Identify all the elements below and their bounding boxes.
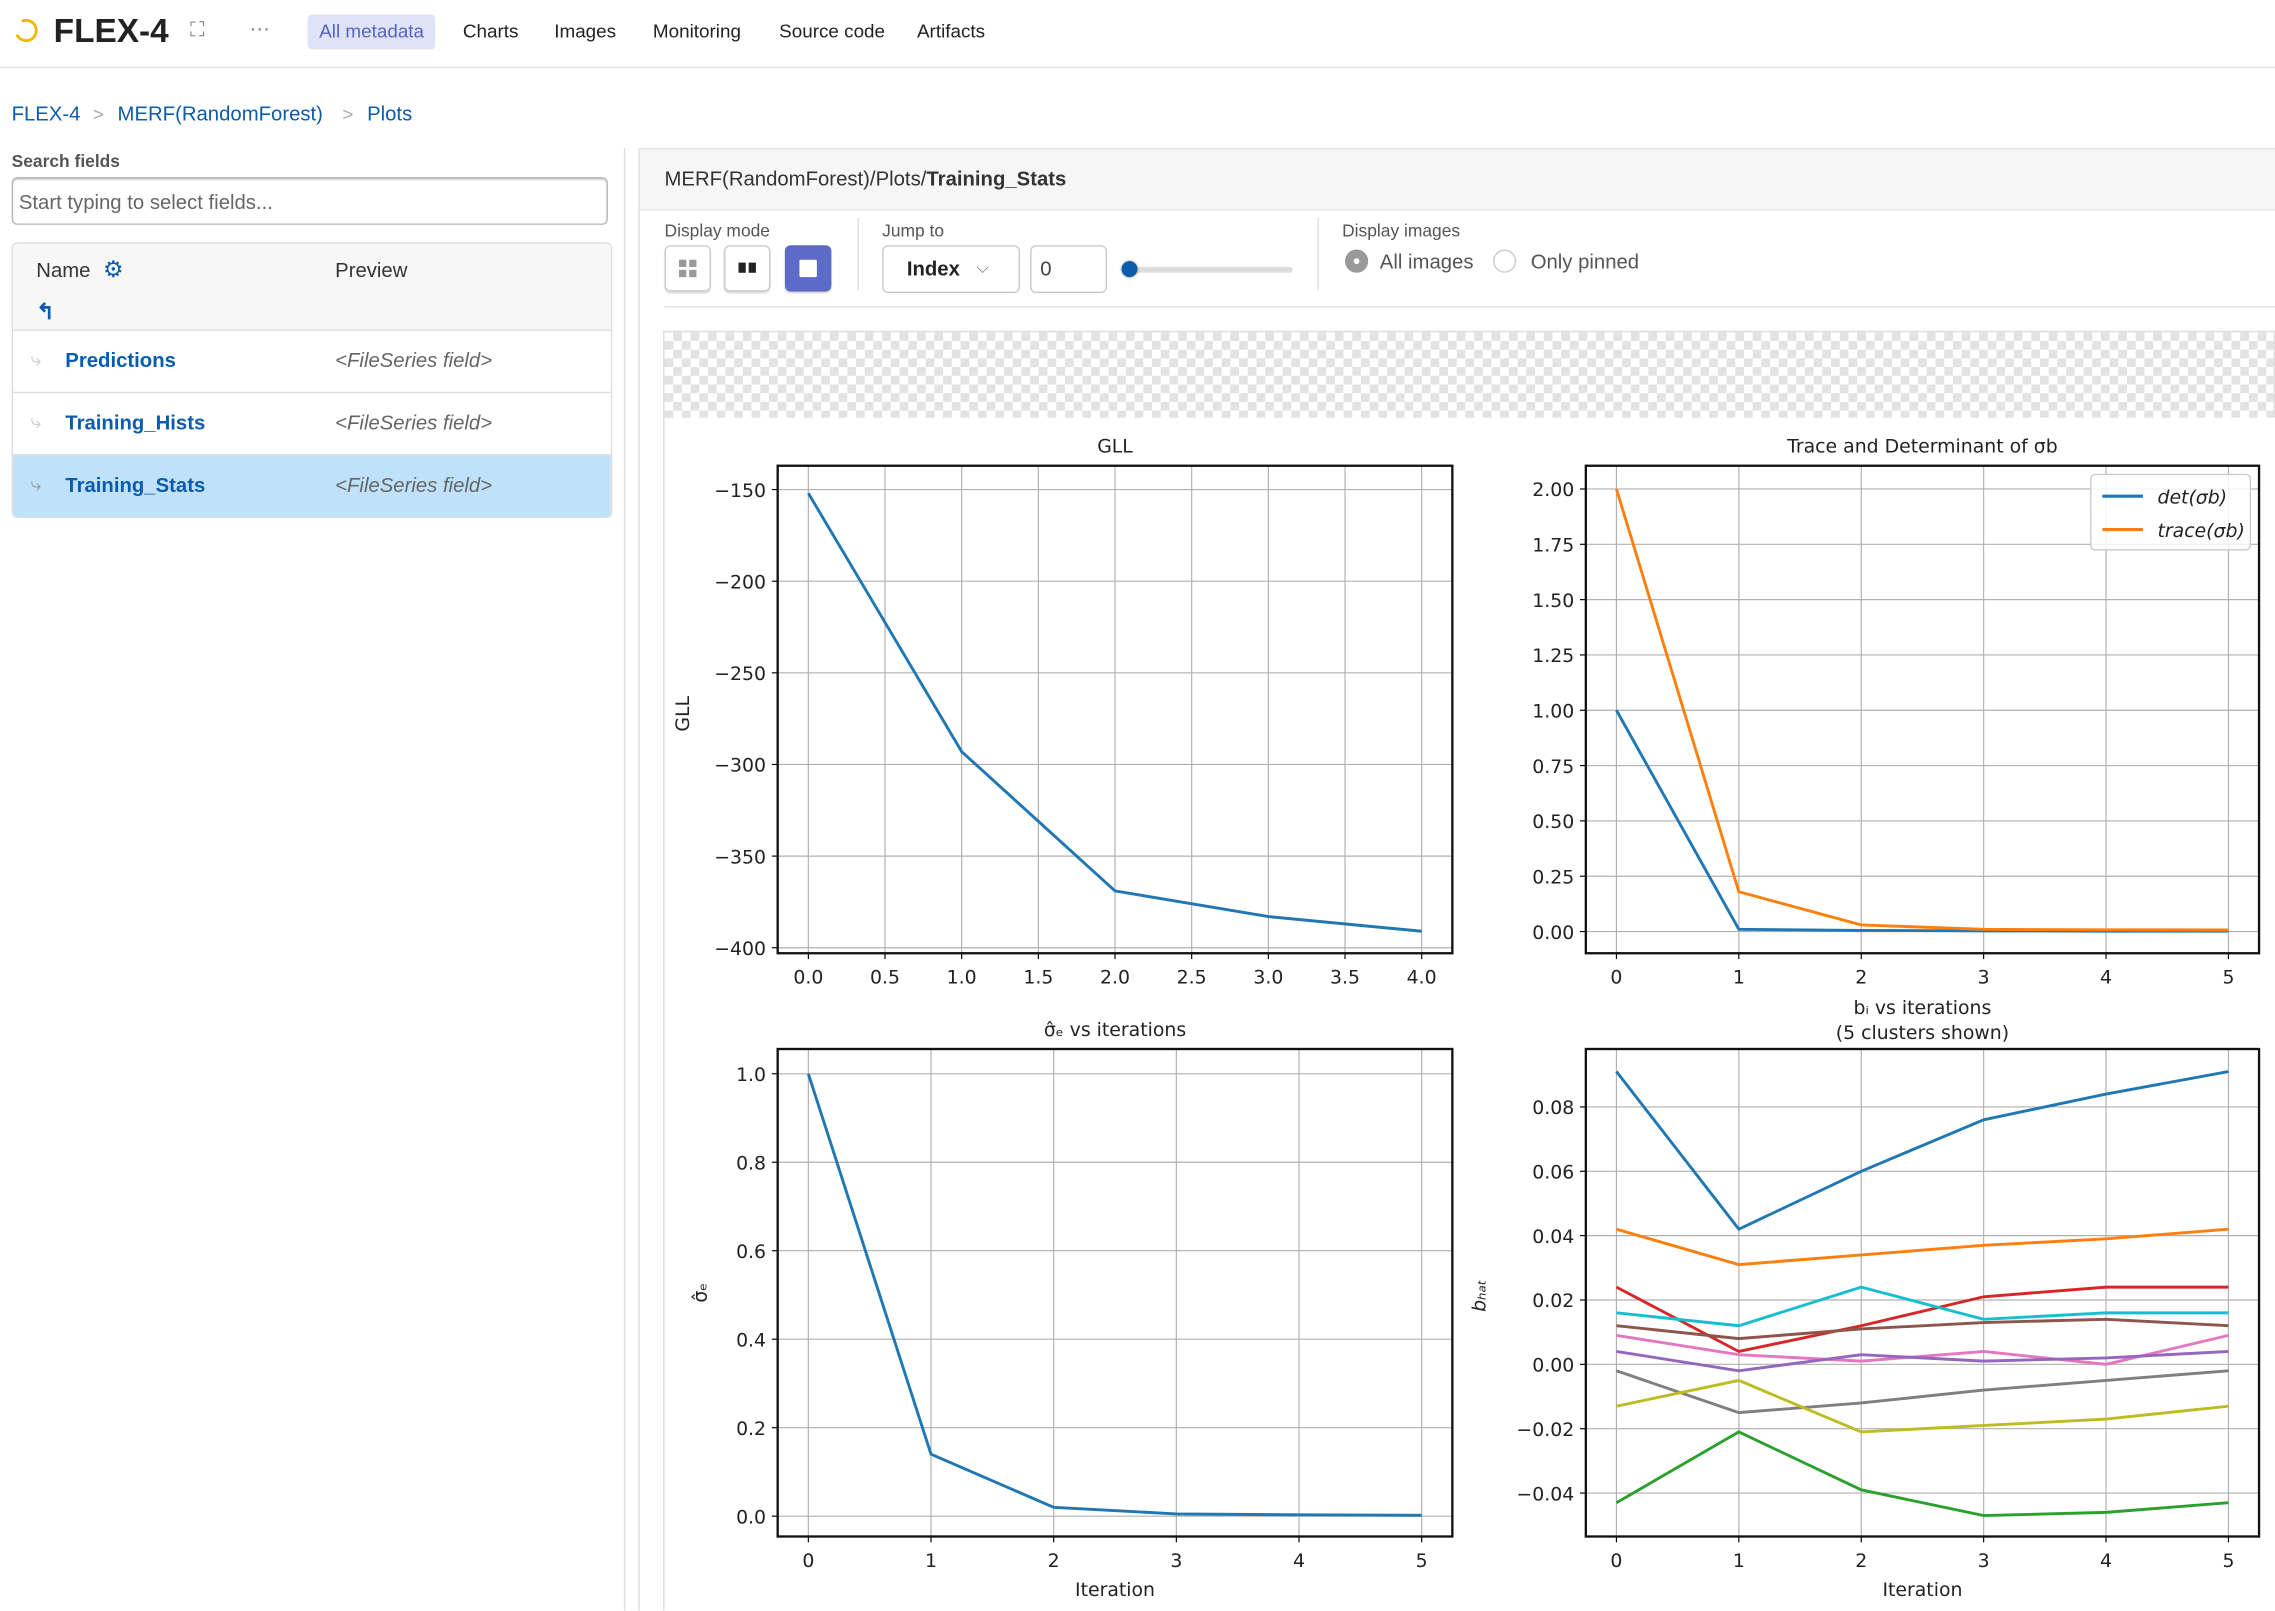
y-tick-label: 0.04 bbox=[1532, 1226, 1574, 1248]
x-tick-label: 2 bbox=[1855, 1550, 1867, 1572]
x-tick-label: 2.5 bbox=[1177, 967, 1207, 989]
y-tick-label: 1.50 bbox=[1532, 590, 1574, 612]
x-tick-label: 5 bbox=[2222, 1550, 2234, 1572]
y-tick-label: 1.75 bbox=[1532, 535, 1574, 557]
x-tick-label: 3 bbox=[1170, 1550, 1182, 1572]
chart-title: Trace and Determinant of σb bbox=[1786, 436, 2058, 458]
x-tick-label: 1.5 bbox=[1023, 967, 1053, 989]
y-tick-label: −250 bbox=[714, 663, 766, 685]
y-tick-label: 0.8 bbox=[736, 1153, 766, 1175]
y-tick-label: 0.2 bbox=[736, 1418, 766, 1440]
y-tick-label: −200 bbox=[714, 571, 766, 593]
x-tick-label: 1 bbox=[1733, 967, 1745, 989]
y-tick-label: 1.25 bbox=[1532, 645, 1574, 667]
chart-subtitle: (5 clusters shown) bbox=[1836, 1022, 2009, 1044]
y-tick-label: 0.06 bbox=[1532, 1162, 1574, 1184]
y-tick-label: −0.04 bbox=[1516, 1483, 1574, 1505]
y-tick-label: 0.02 bbox=[1532, 1290, 1574, 1312]
legend-label: trace(σb) bbox=[2157, 520, 2244, 542]
y-tick-label: 0.50 bbox=[1532, 811, 1574, 833]
x-axis-label: Iteration bbox=[1882, 1579, 1962, 1601]
x-tick-label: 0 bbox=[802, 1550, 814, 1572]
x-tick-label: 1 bbox=[1733, 1550, 1745, 1572]
x-tick-label: 5 bbox=[1416, 1550, 1428, 1572]
y-tick-label: 0.00 bbox=[1532, 922, 1574, 944]
x-tick-label: 4 bbox=[1293, 1550, 1305, 1572]
chart-title: σ̂ₑ vs iterations bbox=[1044, 1019, 1186, 1041]
chart-title: GLL bbox=[1097, 436, 1133, 458]
x-tick-label: 4.0 bbox=[1407, 967, 1437, 989]
y-tick-label: 1.00 bbox=[1532, 701, 1574, 723]
y-tick-label: 0.4 bbox=[736, 1329, 766, 1351]
y-tick-label: 0.25 bbox=[1532, 866, 1574, 888]
y-tick-label: 0.75 bbox=[1532, 756, 1574, 778]
x-tick-label: 3 bbox=[1978, 1550, 1990, 1572]
x-tick-label: 3.0 bbox=[1253, 967, 1283, 989]
x-tick-label: 1.0 bbox=[947, 967, 977, 989]
y-axis-label: GLL bbox=[672, 696, 694, 732]
x-tick-label: 0 bbox=[1610, 967, 1622, 989]
x-tick-label: 4 bbox=[2100, 967, 2112, 989]
chart-title: bᵢ vs iterations bbox=[1854, 997, 1992, 1019]
y-tick-label: −0.02 bbox=[1516, 1419, 1574, 1441]
x-tick-label: 1 bbox=[925, 1550, 937, 1572]
y-tick-label: 0.08 bbox=[1532, 1097, 1574, 1119]
y-tick-label: 2.00 bbox=[1532, 479, 1574, 501]
x-tick-label: 5 bbox=[2222, 967, 2234, 989]
legend-label: det(σb) bbox=[2157, 486, 2227, 508]
x-tick-label: 0.0 bbox=[793, 967, 823, 989]
y-tick-label: 1.0 bbox=[736, 1064, 766, 1086]
y-axis-label: σ̂ₑ bbox=[690, 1283, 712, 1303]
x-tick-label: 0 bbox=[1610, 1550, 1622, 1572]
x-tick-label: 4 bbox=[2100, 1550, 2112, 1572]
y-tick-label: −350 bbox=[714, 846, 766, 868]
y-axis-label: bₕₐₜ bbox=[1469, 1279, 1491, 1311]
x-tick-label: 2 bbox=[1048, 1550, 1060, 1572]
y-tick-label: 0.0 bbox=[736, 1506, 766, 1528]
x-tick-label: 0.5 bbox=[870, 967, 900, 989]
y-tick-label: −300 bbox=[714, 755, 766, 777]
y-tick-label: 0.6 bbox=[736, 1241, 766, 1263]
y-tick-label: −150 bbox=[714, 480, 766, 502]
y-tick-label: −400 bbox=[714, 938, 766, 960]
x-tick-label: 2.0 bbox=[1100, 967, 1130, 989]
x-tick-label: 2 bbox=[1855, 967, 1867, 989]
x-tick-label: 3 bbox=[1978, 967, 1990, 989]
x-tick-label: 3.5 bbox=[1330, 967, 1360, 989]
y-tick-label: 0.00 bbox=[1532, 1355, 1574, 1377]
x-axis-label: Iteration bbox=[1075, 1579, 1155, 1601]
training-stats-figure: 0.0 0.5 1.0 1.5 2.0 2.5 3.0 3.5 4.0 −150 −200 −250 −… bbox=[672, 436, 2261, 1601]
